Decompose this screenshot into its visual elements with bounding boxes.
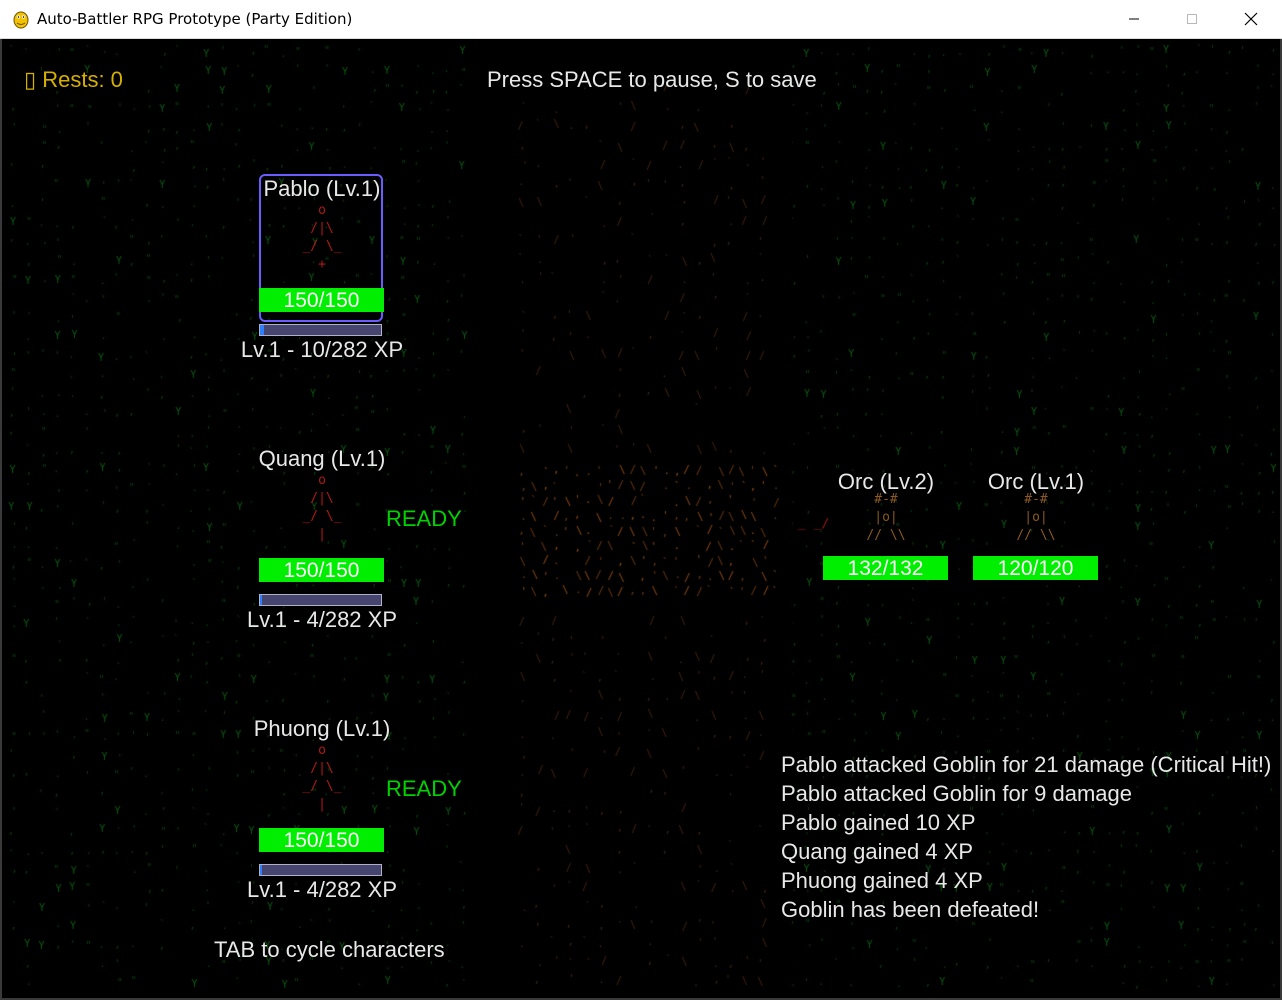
log-line: Pablo gained 10 XP <box>781 810 976 835</box>
svg-text:|: | <box>318 527 326 542</box>
hp-value: 150/150 <box>283 289 360 312</box>
xp-bar <box>259 594 382 606</box>
maximize-icon <box>1187 14 1197 24</box>
svg-text:+: + <box>318 257 326 272</box>
svg-text:/|\: /|\ <box>310 761 333 776</box>
xp-fill <box>260 325 265 335</box>
title-bar: Auto-Battler RPG Prototype (Party Editio… <box>0 0 1282 39</box>
pause-hint: Press SPACE to pause, S to save <box>487 67 817 92</box>
hp-bar: 150/150 <box>259 828 384 852</box>
xp-fill <box>260 865 262 875</box>
svg-text:|o|: |o| <box>1024 510 1047 525</box>
hp-value: 150/150 <box>283 829 360 852</box>
svg-text:_/ \_: _/ \_ <box>302 509 341 524</box>
hp-bar: 150/150 <box>259 558 384 582</box>
tab-cycle-hint: TAB to cycle characters <box>214 937 445 962</box>
hp-value: 132/132 <box>847 557 924 580</box>
hp-value: 120/120 <box>997 557 1074 580</box>
log-line: Pablo attacked Goblin for 9 damage <box>781 781 1133 806</box>
xp-fill <box>260 595 262 605</box>
close-button[interactable] <box>1222 0 1280 38</box>
svg-text:/|\: /|\ <box>310 491 333 506</box>
member-name: Quang (Lv.1) <box>258 446 386 471</box>
svg-text:/|\: /|\ <box>310 221 333 236</box>
svg-text:|: | <box>318 797 326 812</box>
game-viewport[interactable]: ▯ Rests: 0 Press SPACE to pause, S to sa… <box>2 39 1280 998</box>
pygame-snake-icon <box>13 11 29 29</box>
hp-bar: 150/150 <box>259 288 384 312</box>
ready-indicator: READY <box>386 776 462 801</box>
minimize-icon <box>1129 18 1139 20</box>
enemy-hp-bar: 132/132 <box>823 556 948 580</box>
svg-text:o: o <box>318 743 326 758</box>
hero-sprite-icon: o /|\ _/ \_ | <box>302 473 341 542</box>
log-line: Goblin has been defeated! <box>781 897 1040 922</box>
log-line: Phuong gained 4 XP <box>781 868 983 893</box>
svg-text:#-#: #-# <box>1024 492 1048 507</box>
battle-log: Pablo attacked Goblin for 21 damage (Cri… <box>781 750 1271 924</box>
orc-sprite-icon: #-# |o| // \\ <box>866 492 905 543</box>
member-name: Pablo (Lv.1) <box>263 176 381 201</box>
rests-counter: ▯ Rests: 0 <box>24 67 123 92</box>
maximize-button[interactable] <box>1163 0 1221 38</box>
svg-text:_/ \_: _/ \_ <box>302 779 341 794</box>
hero-sprite-icon: o /|\ _/ \_ | <box>302 743 341 812</box>
minimize-button[interactable] <box>1105 0 1163 38</box>
svg-text:|o|: |o| <box>874 510 897 525</box>
enemy-hp-bar: 120/120 <box>973 556 1098 580</box>
svg-text:// \\: // \\ <box>1016 528 1055 543</box>
xp-label: Lv.1 - 10/282 XP <box>240 337 404 362</box>
ready-indicator: READY <box>386 506 462 531</box>
log-line: Pablo attacked Goblin for 21 damage (Cri… <box>781 752 1272 777</box>
xp-label: Lv.1 - 4/282 XP <box>246 607 397 632</box>
svg-text:o: o <box>318 203 326 218</box>
orc-sprite-icon: #-# |o| // \\ <box>1016 492 1055 543</box>
xp-bar <box>259 864 382 876</box>
hp-value: 150/150 <box>283 559 360 582</box>
xp-label: Lv.1 - 4/282 XP <box>246 877 397 902</box>
svg-text:#-#: #-# <box>874 492 898 507</box>
close-icon <box>1244 12 1258 26</box>
svg-text:// \\: // \\ <box>866 528 905 543</box>
window-title: Auto-Battler RPG Prototype (Party Editio… <box>37 10 353 28</box>
member-name: Phuong (Lv.1) <box>253 716 391 741</box>
hero-sprite-icon: o /|\ _/ \_ + <box>302 203 341 272</box>
xp-bar <box>259 324 382 336</box>
svg-text:_/ \_: _/ \_ <box>302 239 341 254</box>
log-line: Quang gained 4 XP <box>781 839 974 864</box>
svg-text:o: o <box>318 473 326 488</box>
